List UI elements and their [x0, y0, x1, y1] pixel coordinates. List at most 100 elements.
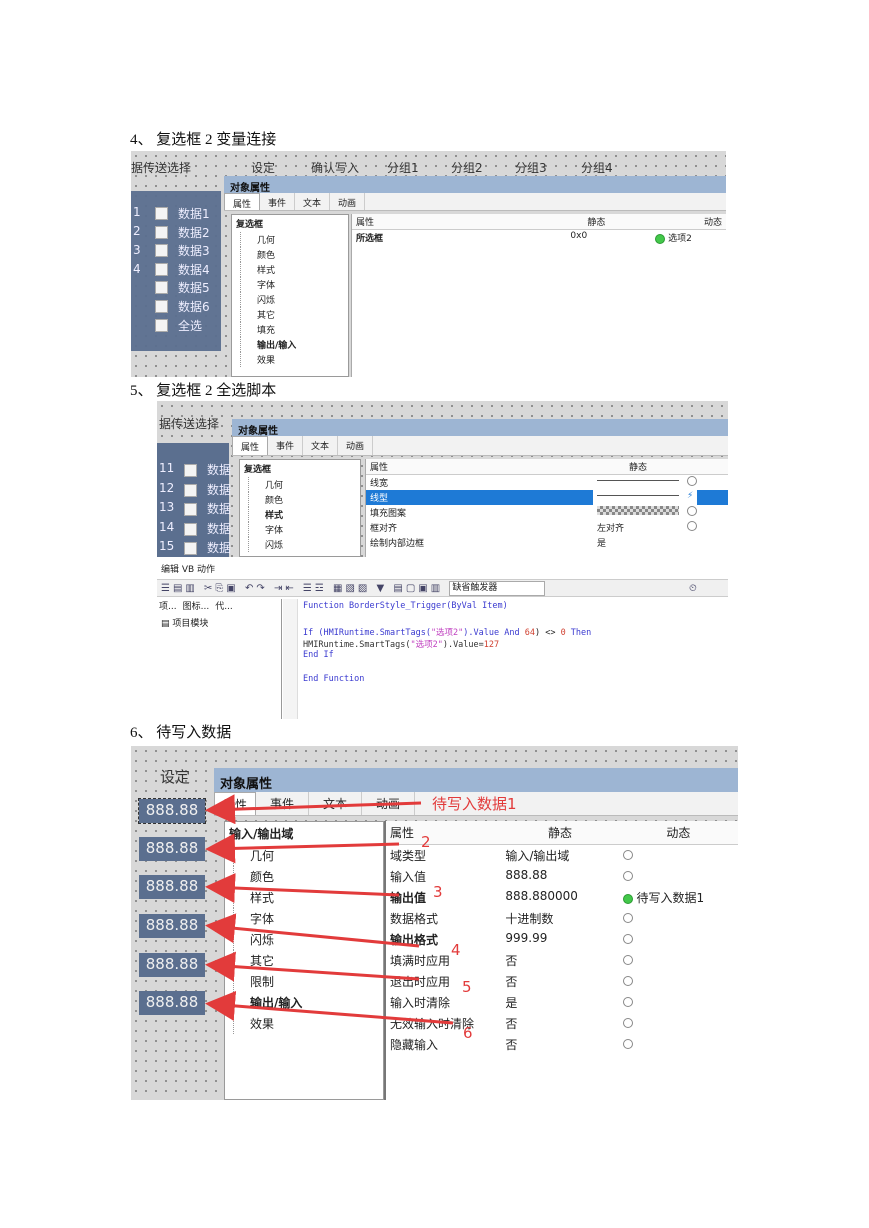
- tree-node[interactable]: 闪烁: [240, 292, 348, 307]
- checkbox-row[interactable]: 数据6: [155, 298, 210, 315]
- tab-events[interactable]: 事件: [268, 436, 304, 455]
- checkbox-row[interactable]: 全选: [155, 317, 202, 334]
- tree-node[interactable]: 填充: [240, 322, 348, 337]
- tree-node[interactable]: 颜色: [240, 247, 348, 262]
- code-line-4[interactable]: End If: [303, 650, 334, 660]
- tree-node[interactable]: 输出/输入: [240, 337, 348, 352]
- bulb-off-icon: [687, 476, 697, 486]
- checkbox-row[interactable]: 数据2: [155, 224, 210, 241]
- checkbox-label: 全选: [178, 319, 203, 333]
- property-tabs: 属性 事件 文本 动画: [232, 436, 728, 456]
- grid-row-selected[interactable]: 线型 ⚡: [366, 490, 728, 505]
- grid-row[interactable]: 框对齐 左对齐: [366, 520, 728, 535]
- clock-icon[interactable]: ⏲: [689, 580, 700, 598]
- checkbox-label: 数据2: [178, 226, 210, 240]
- tree-node[interactable]: 几何: [248, 477, 360, 492]
- editor-toolbar: ☰▤▥ ✂⎘▣ ↶↷ ⇥⇤ ☰☲ ▦▧▨ ▼ ▤▢▣▥ 缺省触发器 ⏲: [157, 579, 728, 597]
- tab-animation[interactable]: 动画: [338, 436, 374, 455]
- tab-properties[interactable]: 属性: [232, 436, 269, 455]
- topbar-label: 设定: [251, 161, 276, 175]
- tree-root[interactable]: 复选框: [232, 215, 348, 232]
- side-tab[interactable]: 项...: [159, 599, 177, 615]
- grid-row[interactable]: 所选框 0x0 选项2: [352, 230, 726, 245]
- checkbox-icon[interactable]: [184, 483, 197, 497]
- side-item[interactable]: ▤ 项目模块: [161, 616, 208, 629]
- side-tab[interactable]: 代...: [215, 599, 233, 615]
- tree-root[interactable]: 复选框: [240, 460, 360, 477]
- code-line-3[interactable]: HMIRuntime.SmartTags("选项2").Value=127: [303, 638, 499, 650]
- tree-node[interactable]: 几何: [240, 232, 348, 247]
- code-text: End Function: [303, 674, 365, 684]
- checkbox-row[interactable]: 数据1: [155, 205, 210, 222]
- side-tab[interactable]: 图标...: [183, 599, 210, 615]
- code-line-1[interactable]: Function BorderStyle_Trigger(ByVal Item): [303, 601, 508, 611]
- code-text: ).Value And: [463, 628, 525, 638]
- grid-static: 是: [597, 539, 607, 549]
- row-number: 14: [159, 519, 175, 534]
- toolbar-icons[interactable]: ☰▤▥ ✂⎘▣ ↶↷ ⇥⇤ ☰☲ ▦▧▨ ▼ ▤▢▣▥: [161, 583, 449, 594]
- topbar-label: 分组4: [581, 161, 613, 175]
- property-tabs: 属性 事件 文本 动画: [224, 193, 726, 211]
- checkbox-icon[interactable]: [155, 300, 168, 313]
- grid-dynamic-cell: ⚡: [683, 490, 698, 505]
- tree-node[interactable]: 字体: [248, 522, 360, 537]
- line-sample: [597, 480, 679, 481]
- grid-static-pattern: [593, 505, 683, 520]
- checkbox-row[interactable]: 数据: [184, 461, 231, 481]
- checkbox-row[interactable]: 数据4: [155, 261, 210, 278]
- code-line-2[interactable]: If (HMIRuntime.SmartTags("选项2").Value An…: [303, 626, 591, 638]
- tab-text[interactable]: 文本: [295, 193, 331, 210]
- annotation-number: 3: [433, 883, 443, 901]
- trigger-select[interactable]: 缺省触发器: [449, 580, 546, 596]
- tree-node[interactable]: 效果: [240, 352, 348, 367]
- grid-row[interactable]: 线宽: [366, 475, 728, 490]
- grid-header-cell: 静态: [628, 463, 647, 473]
- checkbox-row[interactable]: 数据: [184, 481, 231, 501]
- tree-node[interactable]: 样式: [248, 507, 360, 522]
- checkbox-icon[interactable]: [184, 464, 197, 477]
- code-text: ).Value=: [442, 640, 484, 650]
- bulb-on-icon: [655, 233, 666, 244]
- bulb-off-icon: [687, 521, 697, 531]
- tab-events[interactable]: 事件: [260, 193, 296, 210]
- checkbox-icon[interactable]: [155, 244, 168, 257]
- tree-node[interactable]: 颜色: [248, 492, 360, 507]
- tree-node[interactable]: 字体: [240, 277, 348, 292]
- checkbox-icon[interactable]: [155, 281, 168, 294]
- annotation-number: 4: [451, 941, 461, 959]
- tree-node[interactable]: 样式: [240, 262, 348, 277]
- row-numbers: 1 2 3 4: [133, 203, 141, 279]
- checkbox-icon[interactable]: [184, 522, 197, 536]
- checkbox-row[interactable]: 数据5: [155, 279, 210, 296]
- code-text: End If: [303, 650, 334, 660]
- tab-animation[interactable]: 动画: [330, 193, 366, 210]
- annotation-arrow: [205, 913, 420, 948]
- checkbox-row[interactable]: 数据: [184, 500, 231, 520]
- tab-text[interactable]: 文本: [303, 436, 339, 455]
- grid-row[interactable]: 绘制内部边框 是: [366, 535, 728, 550]
- checkbox-icon[interactable]: [155, 263, 168, 276]
- screenshot-pending-data: 设定 888.88 888.88 888.88 888.88 888.88 88…: [131, 746, 738, 1100]
- grid-row[interactable]: 填充图案: [366, 505, 728, 520]
- screenshot-vb-editor: 编辑 VB 动作 ☰▤▥ ✂⎘▣ ↶↷ ⇥⇤ ☰☲ ▦▧▨ ▼ ▤▢▣▥ 缺省触…: [157, 559, 728, 719]
- checkbox-row[interactable]: 数据: [184, 520, 231, 540]
- tree-node[interactable]: 其它: [240, 307, 348, 322]
- checkbox-icon[interactable]: [155, 207, 168, 220]
- line-sample: [597, 495, 679, 496]
- annotation-number: 2: [421, 833, 431, 851]
- row-number: 4: [133, 262, 141, 276]
- checkbox-row[interactable]: 数据3: [155, 242, 210, 259]
- code-line-5[interactable]: End Function: [303, 674, 364, 684]
- code-text: HMIRuntime.SmartTags(: [303, 640, 411, 650]
- grid-dynamic: 选项2: [668, 234, 692, 244]
- code-text: ) <>: [534, 628, 561, 638]
- checkbox-icon[interactable]: [155, 319, 168, 332]
- checkbox-icon[interactable]: [184, 542, 197, 555]
- tab-properties[interactable]: 属性: [224, 193, 261, 210]
- tree-node[interactable]: 闪烁: [248, 537, 360, 552]
- checkbox-icon[interactable]: [155, 226, 168, 239]
- annotation-arrow: [205, 873, 400, 904]
- checkbox-icon[interactable]: [184, 503, 197, 516]
- checkbox-label: 数据4: [178, 263, 210, 277]
- checkbox-row[interactable]: 数据: [184, 539, 231, 557]
